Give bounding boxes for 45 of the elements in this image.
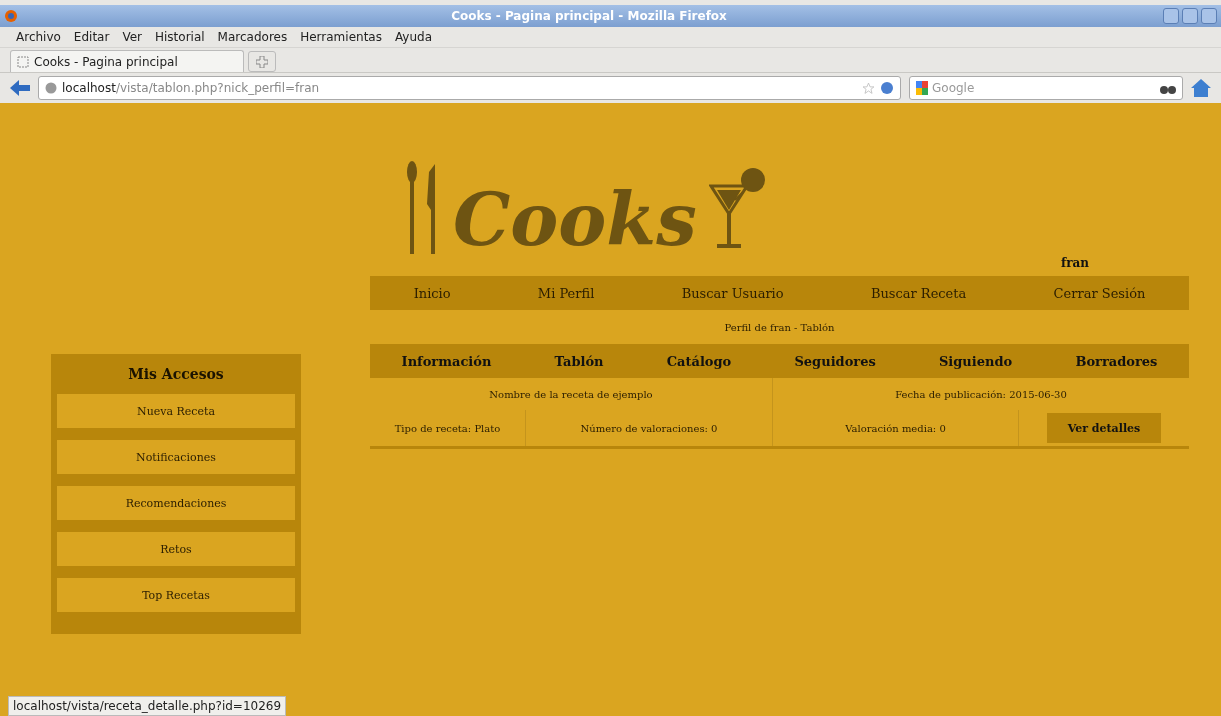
profile-heading: Perfil de fran - Tablón	[723, 320, 836, 335]
profile-tab[interactable]: Catálogo	[666, 353, 732, 369]
sidebar-link[interactable]: Retos	[57, 532, 295, 566]
nav-link[interactable]: Cerrar Sesión	[1053, 285, 1146, 301]
sidebar-link[interactable]: Nueva Receta	[57, 394, 295, 428]
logo: Cooks	[405, 121, 769, 256]
search-engine-icon[interactable]	[916, 81, 928, 95]
back-icon[interactable]	[10, 80, 30, 96]
home-icon[interactable]	[1191, 79, 1211, 97]
nav-link[interactable]: Buscar Receta	[870, 285, 967, 301]
sidebar-link[interactable]: Recomendaciones	[57, 486, 295, 520]
menu-item[interactable]: Ayuda	[394, 30, 433, 44]
profile-tab[interactable]: Tablón	[554, 353, 604, 369]
nav-link[interactable]: Inicio	[413, 285, 451, 301]
nav-link[interactable]: Mi Perfil	[537, 285, 595, 301]
blank-page-icon	[17, 55, 29, 68]
browser-tab[interactable]: Cooks - Pagina principal	[10, 50, 244, 72]
minimize-button[interactable]	[1163, 8, 1179, 24]
details-button[interactable]: Ver detalles	[1047, 413, 1161, 443]
menu-item[interactable]: Herramientas	[300, 30, 382, 44]
profile-tab[interactable]: Siguiendo	[938, 353, 1013, 369]
window-title: Cooks - Pagina principal - Mozilla Firefox	[450, 9, 728, 23]
nav-link[interactable]: Buscar Usuario	[681, 285, 784, 301]
address-field[interactable]: localhost/vista/tablon.php?nick_perfil=fran	[38, 76, 901, 100]
recipe-name: Nombre de la receta de ejemplo	[488, 387, 654, 402]
status-url: localhost/vista/receta_detalle.php?id=10269	[8, 696, 287, 716]
recipe-type: Tipo de receta: Plato	[393, 421, 502, 436]
menu-item[interactable]: Ver	[122, 30, 142, 44]
profile-tab[interactable]: Información	[401, 353, 492, 369]
close-button[interactable]	[1201, 8, 1217, 24]
plus-icon	[256, 55, 268, 68]
username: fran	[1061, 256, 1090, 272]
star-icon[interactable]	[862, 81, 875, 95]
menu-item[interactable]: Archivo	[16, 30, 61, 44]
sidebar-link[interactable]: Top Recetas	[57, 578, 295, 612]
profile-tab[interactable]: Seguidores	[794, 353, 876, 369]
menu-item[interactable]: Marcadores	[217, 30, 288, 44]
menu-item[interactable]: Historial	[155, 30, 205, 44]
profile-tab[interactable]: Borradores	[1075, 353, 1158, 369]
new-tab-button[interactable]	[248, 51, 276, 72]
publication-date: Fecha de publicación: 2015-06-30	[772, 378, 1189, 410]
menu-item[interactable]: Editar	[73, 30, 110, 44]
sidebar-title: Mis Accesos	[127, 365, 225, 382]
sidebar-link[interactable]: Notificaciones	[57, 440, 295, 474]
maximize-button[interactable]	[1182, 8, 1198, 24]
